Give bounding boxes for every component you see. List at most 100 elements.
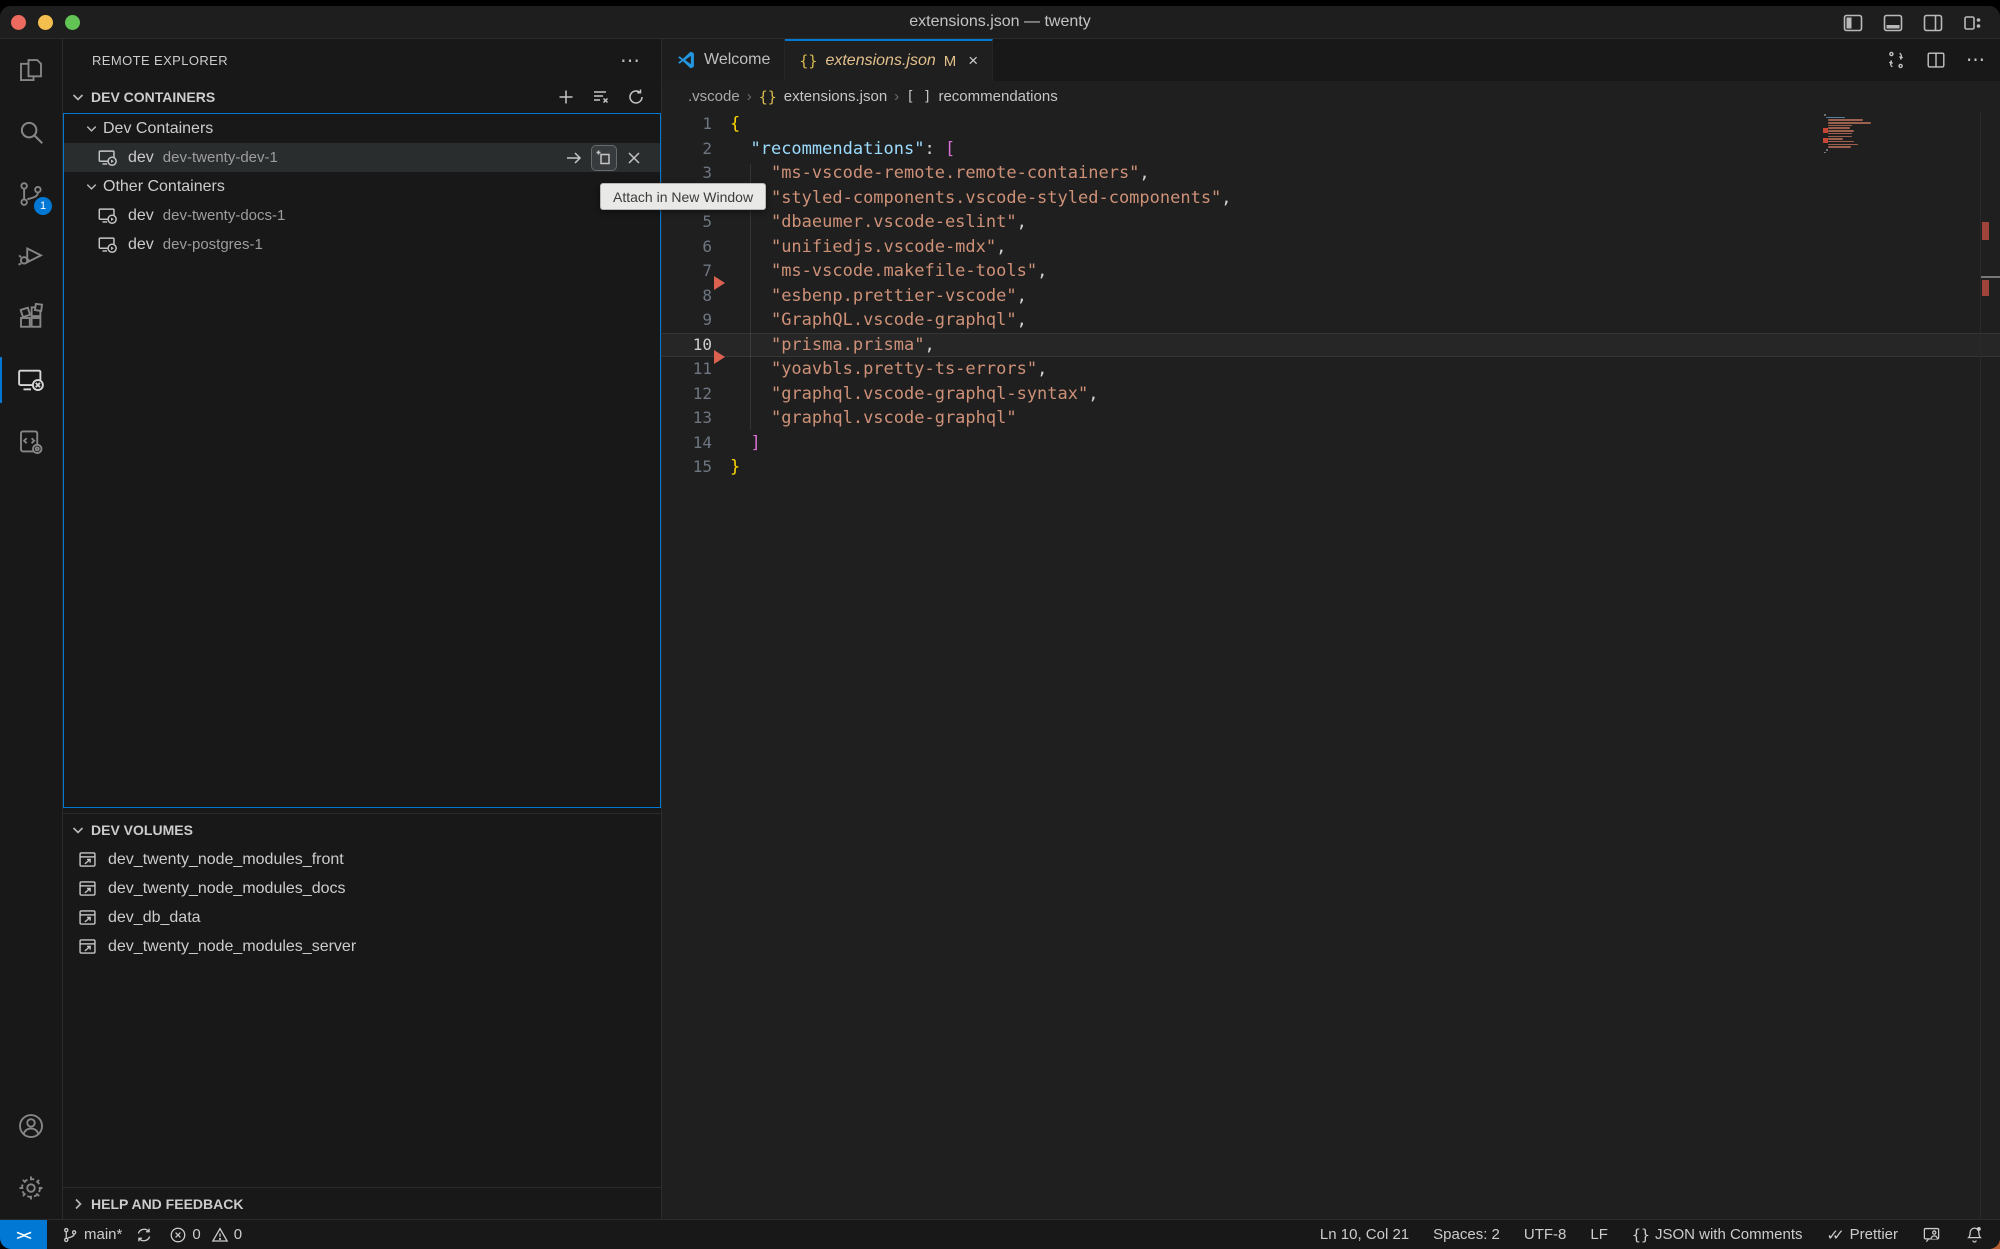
code-line-2[interactable]: 2 "recommendations": [ xyxy=(662,137,2000,162)
line-text: "esbenp.prettier-vscode", xyxy=(712,284,1027,309)
breadcrumb-file[interactable]: extensions.json xyxy=(784,88,887,105)
section-help-feedback[interactable]: HELP AND FEEDBACK xyxy=(63,1187,661,1219)
line-number: 9 xyxy=(662,308,712,333)
extensions-icon[interactable] xyxy=(0,287,62,349)
language-mode[interactable]: {} JSON with Comments xyxy=(1632,1226,1803,1244)
tab-welcome[interactable]: Welcome xyxy=(662,39,785,81)
volume-row[interactable]: dev_db_data xyxy=(63,903,661,932)
remote-explorer-icon[interactable] xyxy=(0,349,62,411)
minimap[interactable] xyxy=(1822,114,1900,154)
clear-list-icon[interactable] xyxy=(590,86,612,108)
add-icon[interactable] xyxy=(555,86,577,108)
toggle-primary-sidebar-icon[interactable] xyxy=(1840,10,1866,36)
tree-group-dev-containers[interactable]: Dev Containers xyxy=(64,114,660,143)
section-dev-volumes[interactable]: DEV VOLUMES xyxy=(63,813,661,845)
minimize-window-button[interactable] xyxy=(38,15,53,30)
code-line-4[interactable]: 4 "styled-components.vscode-styled-compo… xyxy=(662,186,2000,211)
branch-status[interactable]: main* xyxy=(61,1226,153,1244)
minimap-deleted-mark xyxy=(1823,128,1828,133)
indentation[interactable]: Spaces: 2 xyxy=(1433,1226,1500,1243)
container-row-dev-postgres-1[interactable]: dev dev-postgres-1 xyxy=(64,230,660,259)
activity-bar: 1 xyxy=(0,39,63,1219)
notifications-bell-icon[interactable] xyxy=(1965,1225,1984,1244)
volume-row[interactable]: dev_twenty_node_modules_docs xyxy=(63,874,661,903)
problems-status[interactable]: 0 0 xyxy=(169,1226,242,1244)
code-editor[interactable]: 1{2 "recommendations": [3 "ms-vscode-rem… xyxy=(662,112,2000,1219)
attach-arrow-icon[interactable] xyxy=(562,146,586,170)
remote-indicator[interactable]: >< xyxy=(0,1220,47,1249)
split-editor-icon[interactable] xyxy=(1924,48,1948,72)
volume-icon xyxy=(77,849,98,870)
volume-icon xyxy=(77,907,98,928)
code-line-6[interactable]: 6 "unifiedjs.vscode-mdx", xyxy=(662,235,2000,260)
line-text: "styled-components.vscode-styled-compone… xyxy=(712,186,1232,211)
code-line-15[interactable]: 15} xyxy=(662,455,2000,480)
refresh-icon[interactable] xyxy=(625,86,647,108)
tree-group-other-containers[interactable]: Other Containers xyxy=(64,172,660,201)
breadcrumb-folder[interactable]: .vscode xyxy=(688,88,740,105)
code-line-7[interactable]: 7 "ms-vscode.makefile-tools", xyxy=(662,259,2000,284)
cursor-position[interactable]: Ln 10, Col 21 xyxy=(1320,1226,1409,1243)
line-number: 3 xyxy=(662,161,712,186)
git-deleted-lines-marker[interactable] xyxy=(714,276,725,290)
screen: extensions.json — twenty xyxy=(0,0,2000,1249)
container-row-actions xyxy=(562,146,660,170)
code-line-1[interactable]: 1{ xyxy=(662,112,2000,137)
code-line-8[interactable]: 8 "esbenp.prettier-vscode", xyxy=(662,284,2000,309)
search-icon[interactable] xyxy=(0,101,62,163)
code-line-14[interactable]: 14 ] xyxy=(662,431,2000,456)
line-text: "prisma.prisma", xyxy=(712,333,935,358)
traffic-lights xyxy=(11,15,80,30)
section-dev-containers[interactable]: DEV CONTAINERS xyxy=(63,81,661,113)
code-line-12[interactable]: 12 "graphql.vscode-graphql-syntax", xyxy=(662,382,2000,407)
sidebar-more-actions-icon[interactable]: ⋯ xyxy=(616,48,645,73)
container-tools-icon[interactable] xyxy=(0,411,62,473)
settings-gear-icon[interactable] xyxy=(0,1157,62,1219)
tab-extensions-json[interactable]: {} extensions.json M × xyxy=(785,39,993,81)
explorer-icon[interactable] xyxy=(0,39,62,101)
formatter-status[interactable]: ✓✓ Prettier xyxy=(1827,1226,1899,1244)
toggle-panel-icon[interactable] xyxy=(1880,10,1906,36)
encoding[interactable]: UTF-8 xyxy=(1524,1226,1567,1243)
maximize-window-button[interactable] xyxy=(65,15,80,30)
status-right: Ln 10, Col 21 Spaces: 2 UTF-8 LF {} JSON… xyxy=(1320,1225,2000,1244)
minimap-deleted-mark xyxy=(1823,138,1828,143)
volume-row[interactable]: dev_twenty_node_modules_server xyxy=(63,932,661,961)
stop-container-icon[interactable] xyxy=(622,146,646,170)
feedback-icon[interactable] xyxy=(1922,1225,1941,1244)
tooltip-attach-in-new-window: Attach in New Window xyxy=(600,183,766,210)
code-line-10[interactable]: 10 "prisma.prisma", xyxy=(662,333,2000,358)
code-line-11[interactable]: 11 "yoavbls.pretty-ts-errors", xyxy=(662,357,2000,382)
code-line-3[interactable]: 3 "ms-vscode-remote.remote-containers", xyxy=(662,161,2000,186)
toggle-secondary-sidebar-icon[interactable] xyxy=(1920,10,1946,36)
line-number: 7 xyxy=(662,259,712,284)
container-row-dev-twenty-docs-1[interactable]: dev dev-twenty-docs-1 xyxy=(64,201,660,230)
accounts-icon[interactable] xyxy=(0,1095,62,1157)
close-window-button[interactable] xyxy=(11,15,26,30)
code-line-5[interactable]: 5 "dbaeumer.vscode-eslint", xyxy=(662,210,2000,235)
run-debug-icon[interactable] xyxy=(0,225,62,287)
customize-layout-icon[interactable] xyxy=(1960,10,1986,36)
eol-sequence[interactable]: LF xyxy=(1590,1226,1608,1243)
chevron-right-icon xyxy=(70,1196,86,1212)
attach-new-window-icon[interactable] xyxy=(592,146,616,170)
container-row-dev-twenty-dev-1[interactable]: dev dev-twenty-dev-1 xyxy=(64,143,660,172)
volume-icon xyxy=(77,878,98,899)
sync-changes-icon[interactable] xyxy=(135,1226,153,1244)
breadcrumb: .vscode › {} extensions.json › [ ] recom… xyxy=(662,81,2000,112)
more-actions-icon[interactable]: ⋯ xyxy=(1964,48,1988,72)
code-line-13[interactable]: 13 "graphql.vscode-graphql" xyxy=(662,406,2000,431)
json-braces-icon: {} xyxy=(799,52,817,70)
dev-container-icon xyxy=(97,205,119,227)
source-control-icon[interactable]: 1 xyxy=(0,163,62,225)
line-text: "ms-vscode.makefile-tools", xyxy=(712,259,1047,284)
close-tab-icon[interactable]: × xyxy=(968,51,978,71)
breadcrumb-symbol[interactable]: recommendations xyxy=(938,88,1057,105)
json-braces-icon: {} xyxy=(759,88,777,106)
git-deleted-lines-marker[interactable] xyxy=(714,350,725,364)
line-number: 5 xyxy=(662,210,712,235)
volume-row[interactable]: dev_twenty_node_modules_front xyxy=(63,845,661,874)
code-line-9[interactable]: 9 "GraphQL.vscode-graphql", xyxy=(662,308,2000,333)
warnings-icon xyxy=(211,1226,229,1244)
open-changes-icon[interactable] xyxy=(1884,48,1908,72)
